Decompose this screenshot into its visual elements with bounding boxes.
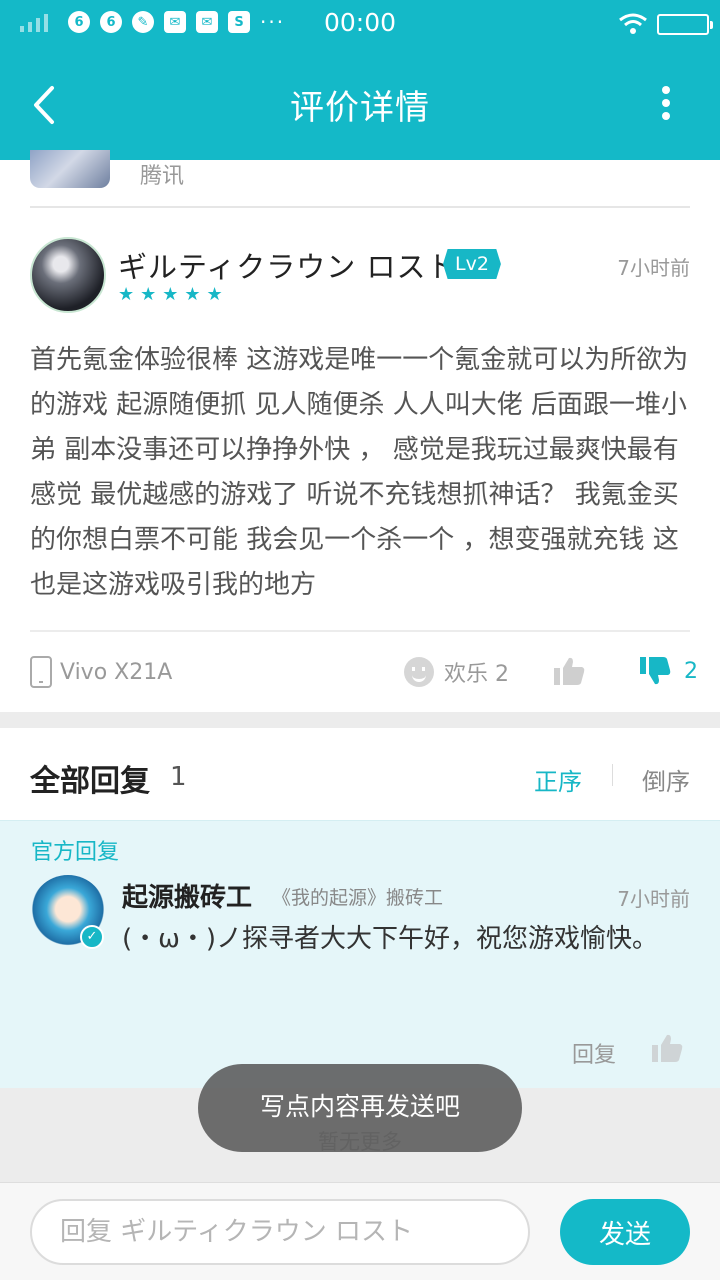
level-badge: Lv2 xyxy=(443,249,501,279)
send-button[interactable]: 发送 xyxy=(560,1199,690,1265)
happy-label: 欢乐 2 xyxy=(444,662,509,687)
rating-stars: ★★★★★ xyxy=(118,284,229,305)
netease-icon: 6 xyxy=(100,11,122,33)
battery-icon xyxy=(657,14,713,35)
official-role: 《我的起源》搬砖工 xyxy=(272,887,444,909)
dislike-icon xyxy=(640,657,671,685)
status-clock: 00:00 xyxy=(324,8,397,37)
netease-icon: 6 xyxy=(68,11,90,33)
like-icon[interactable] xyxy=(650,1031,684,1065)
divider xyxy=(30,206,690,208)
smile-icon xyxy=(404,657,434,687)
official-name[interactable]: 起源搬砖工 xyxy=(122,877,252,914)
phone-icon xyxy=(30,656,52,688)
app-bar: 6 6 ✎ ✉ ✉ S ··· 00:00 评价详情 xyxy=(0,0,720,160)
verified-icon: ✓ xyxy=(80,925,104,949)
divider xyxy=(30,630,690,632)
toast-message: 写点内容再发送吧 xyxy=(198,1064,522,1152)
sort-ascending-tab[interactable]: 正序 xyxy=(534,762,582,797)
device-name: Vivo X21A xyxy=(60,659,173,685)
game-publisher: 腾讯 xyxy=(140,164,185,189)
happy-button[interactable]: 欢乐 2 xyxy=(404,656,509,688)
more-menu-icon[interactable] xyxy=(660,86,672,126)
signal-icon xyxy=(20,14,48,32)
header: 评价详情 xyxy=(0,50,720,160)
mail-icon: ✉ xyxy=(164,11,186,33)
dislike-button[interactable]: 2 xyxy=(638,654,698,688)
device-info: Vivo X21A xyxy=(30,656,172,688)
review-time: 7小时前 xyxy=(617,256,690,280)
page-title: 评价详情 xyxy=(290,88,430,128)
wifi-icon xyxy=(619,13,647,34)
section-gap xyxy=(0,712,720,728)
reply-button[interactable]: 回复 xyxy=(572,1037,616,1069)
mail-icon: ✉ xyxy=(196,11,218,33)
official-reply-label: 官方回复 xyxy=(31,840,120,865)
game-thumbnail[interactable] xyxy=(30,150,110,188)
reviewer-avatar[interactable] xyxy=(30,237,106,313)
divider xyxy=(612,764,613,786)
official-reply: 官方回复 ✓ 起源搬砖工 《我的起源》搬砖工 7小时前 (・ω・)ノ探寻者大大下… xyxy=(0,820,720,1088)
replies-count: 1 xyxy=(170,762,187,792)
s-app-icon: S xyxy=(228,11,250,33)
official-reply-content: (・ω・)ノ探寻者大大下午好，祝您游戏愉快。 xyxy=(122,924,659,954)
replies-title: 全部回复 xyxy=(30,764,150,799)
dislike-count: 2 xyxy=(684,658,698,684)
status-bar: 6 6 ✎ ✉ ✉ S ··· 00:00 xyxy=(0,0,720,50)
notification-icons: 6 6 ✎ ✉ ✉ S ··· xyxy=(68,11,285,33)
reply-bar: 发送 xyxy=(0,1182,720,1280)
official-reply-time: 7小时前 xyxy=(617,887,690,911)
reply-input[interactable] xyxy=(30,1199,530,1265)
like-icon[interactable] xyxy=(552,654,586,688)
game-icon: ✎ xyxy=(132,11,154,33)
review-content: 首先氪金体验很棒 这游戏是唯一一个氪金就可以为所欲为的游戏 起源随便抓 见人随便… xyxy=(30,345,689,600)
more-notifications-icon: ··· xyxy=(260,10,286,34)
sort-descending-tab[interactable]: 倒序 xyxy=(642,762,690,797)
reviewer-name[interactable]: ギルティクラウン ロスト xyxy=(118,244,456,286)
